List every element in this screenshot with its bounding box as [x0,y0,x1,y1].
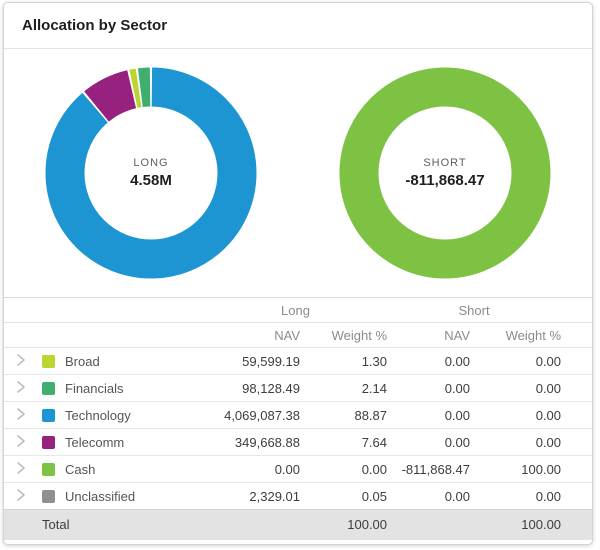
table-row-unclassified[interactable]: Unclassified 2,329.01 0.05 0.00 0.00 [4,482,592,510]
donut-segment-cash[interactable] [339,67,551,279]
long-weight-value: 0.05 [361,488,388,504]
long-nav-value: 349,668.88 [234,434,300,450]
expand-chevron-icon[interactable] [16,380,26,394]
short-weight-value: 100.00 [521,461,562,477]
page-title: Allocation by Sector [4,3,592,49]
expand-chevron-icon[interactable] [16,434,26,448]
total-short-nav [387,510,470,540]
short-nav-value: 0.00 [444,353,471,369]
total-short-weight: 100.00 [521,517,562,533]
group-header-short: Short [458,302,490,318]
donut-svg [339,67,551,279]
table-row-telecomm[interactable]: Telecomm 349,668.88 7.64 0.00 0.00 [4,428,592,456]
donut-svg [45,67,257,279]
expand-chevron-icon[interactable] [16,353,26,367]
col-header-long-weight[interactable]: Weight % [300,323,387,348]
donut-charts-area: LONG 4.58M SHORT -811,868.47 [4,49,592,297]
total-long-weight: 100.00 [347,517,388,533]
sector-color-swatch [42,462,55,476]
expand-chevron-icon[interactable] [16,407,26,421]
table-row-cash[interactable]: Cash 0.00 0.00 -811,868.47 100.00 [4,455,592,483]
donut-segment-technology[interactable] [45,67,257,279]
long-nav-value: 59,599.19 [242,353,300,369]
long-donut-chart[interactable]: LONG 4.58M [45,67,257,279]
expand-chevron-icon[interactable] [16,488,26,502]
short-nav-value: -811,868.47 [401,461,471,477]
table-group-header-row: Long Short [4,297,592,323]
short-weight-value: 0.00 [535,407,562,423]
long-nav-value: 4,069,087.38 [224,407,300,423]
sector-color-swatch [42,435,55,449]
table-row-technology[interactable]: Technology 4,069,087.38 88.87 0.00 0.00 [4,401,592,429]
long-nav-value: 2,329.01 [249,488,300,504]
short-chart-section: SHORT -811,868.47 [298,49,592,297]
short-nav-value: 0.00 [444,488,471,504]
short-nav-value: 0.00 [444,434,471,450]
sector-name: Broad [65,353,100,369]
sector-color-swatch [42,354,55,368]
expand-chevron-icon[interactable] [16,461,26,475]
long-weight-value: 2.14 [361,380,388,396]
short-nav-value: 0.00 [444,407,471,423]
long-weight-value: 1.30 [361,353,388,369]
card-footer-spacer [4,540,592,544]
short-weight-value: 0.00 [535,488,562,504]
allocation-table: Long Short NAV Weight % NAV Weight % Bro… [4,297,592,540]
short-donut-chart[interactable]: SHORT -811,868.47 [339,67,551,279]
short-nav-value: 0.00 [444,380,471,396]
total-label: Total [42,517,70,533]
short-weight-value: 0.00 [535,353,562,369]
col-header-short-weight[interactable]: Weight % [470,323,561,348]
total-long-nav [204,510,300,540]
table-total-row: Total 100.00 100.00 [4,509,592,540]
table-column-header-row: NAV Weight % NAV Weight % [4,322,592,348]
sector-name: Cash [65,461,96,477]
sector-color-swatch [42,408,55,422]
long-nav-value: 0.00 [274,461,300,477]
sector-name: Telecomm [65,434,125,450]
col-header-short-nav[interactable]: NAV [387,323,470,348]
long-chart-section: LONG 4.58M [4,49,298,297]
sector-color-swatch [42,381,55,395]
long-nav-value: 98,128.49 [242,380,300,396]
table-row-financials[interactable]: Financials 98,128.49 2.14 0.00 0.00 [4,374,592,402]
long-weight-value: 88.87 [354,407,388,423]
long-weight-value: 7.64 [361,434,388,450]
long-weight-value: 0.00 [361,461,388,477]
sector-name: Unclassified [65,488,136,504]
sector-name: Technology [65,407,131,423]
allocation-by-sector-card: Allocation by Sector LONG 4.58M SHORT -8… [3,2,593,545]
table-row-broad[interactable]: Broad 59,599.19 1.30 0.00 0.00 [4,347,592,375]
group-header-long: Long [281,302,310,318]
short-weight-value: 0.00 [535,434,562,450]
short-weight-value: 0.00 [535,380,562,396]
sector-name: Financials [65,380,124,396]
col-header-long-nav[interactable]: NAV [204,323,300,348]
sector-color-swatch [42,489,55,503]
